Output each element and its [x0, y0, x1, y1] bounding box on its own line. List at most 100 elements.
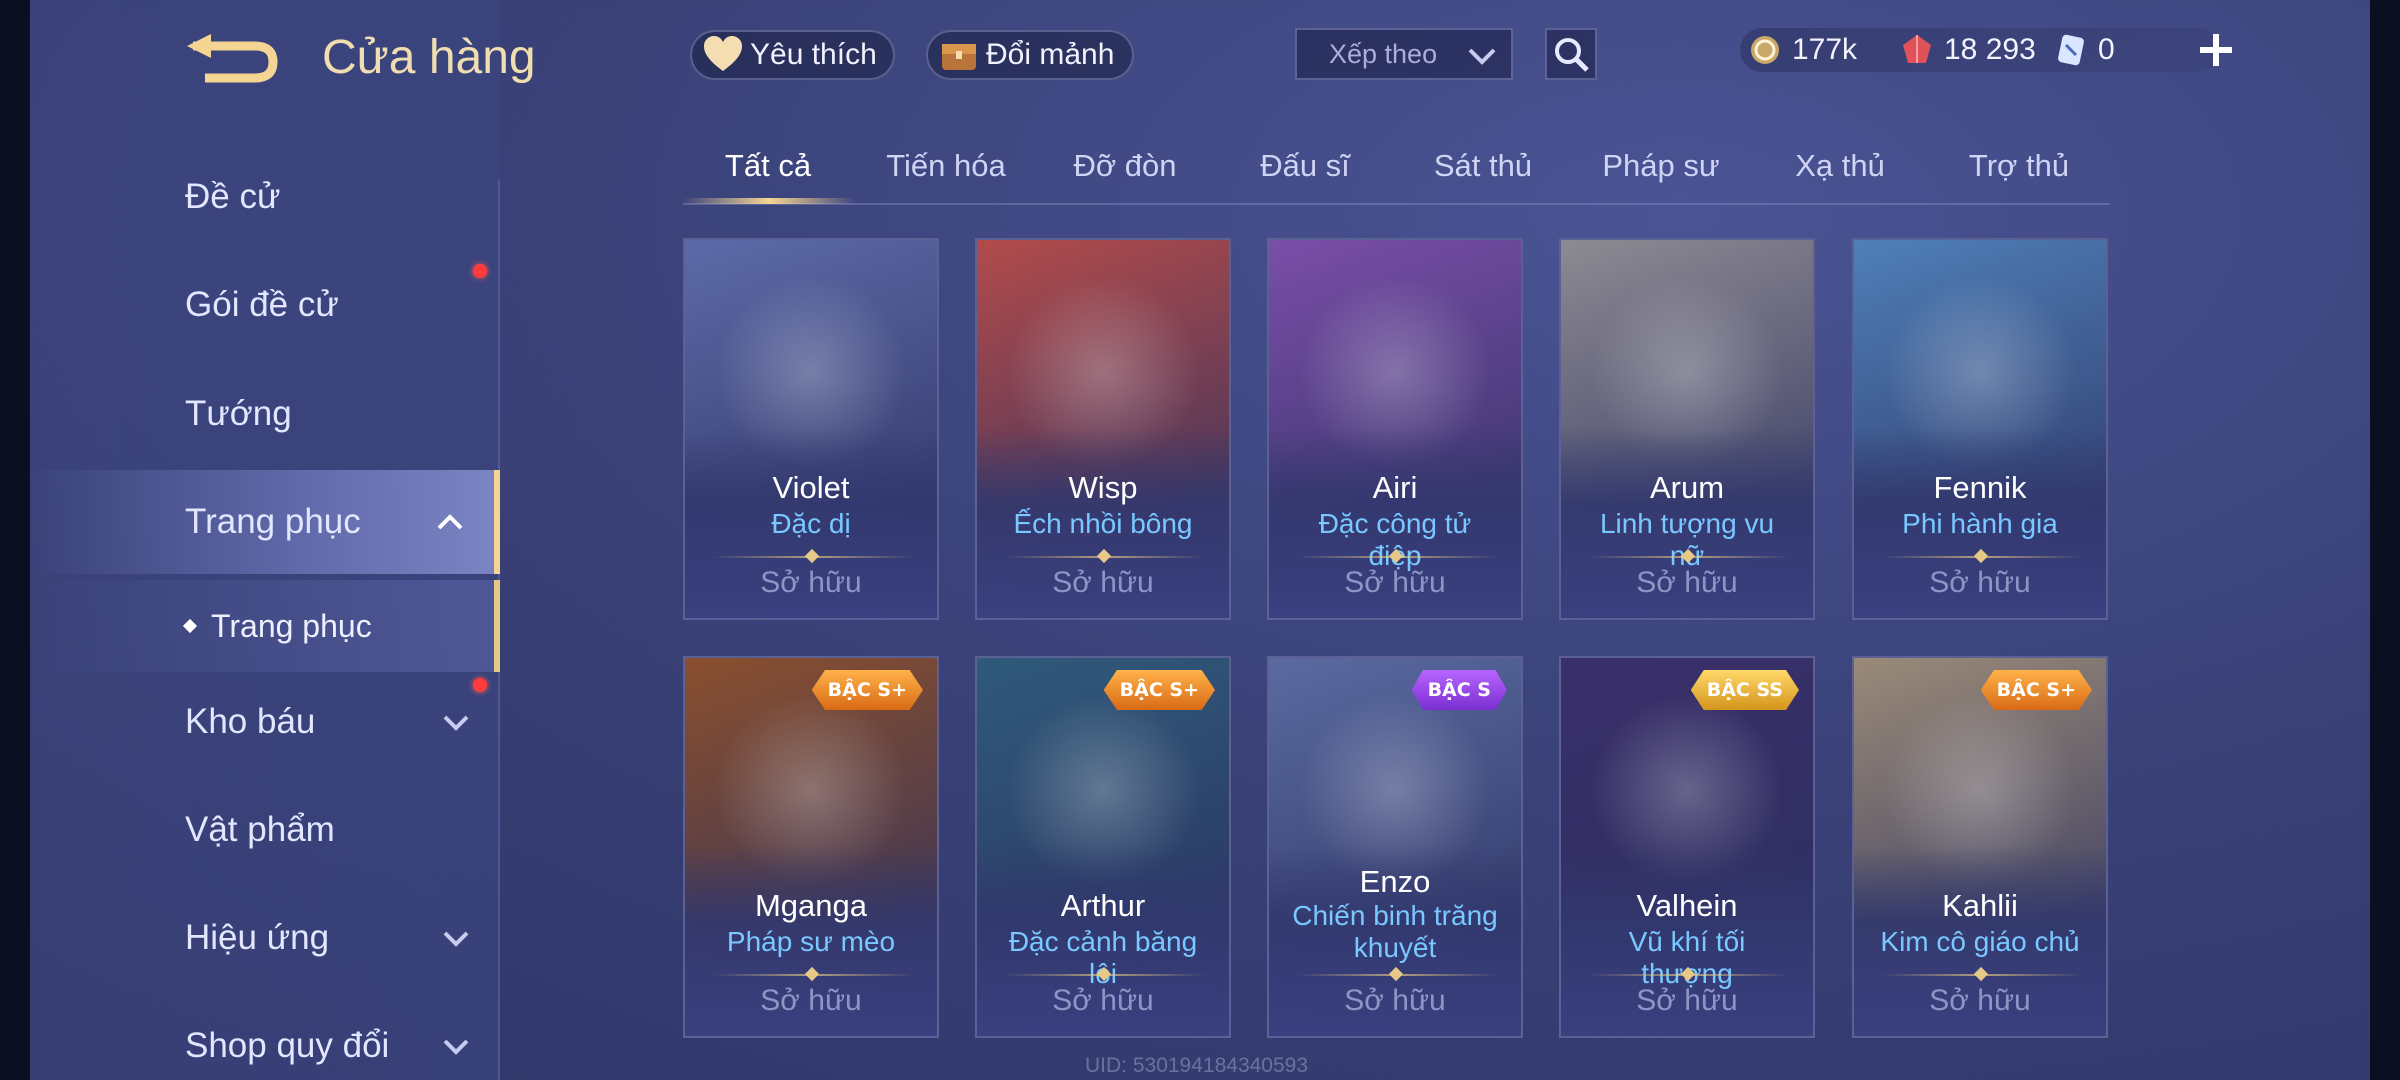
ticket-icon: [2058, 34, 2084, 66]
back-arrow-icon: [187, 34, 278, 83]
tab-xa-thu[interactable]: Xạ thủ: [1751, 148, 1929, 184]
hero-name: Wisp: [1068, 470, 1138, 505]
owned-status: Sở hữu: [1636, 566, 1738, 599]
hero-name: Valhein: [1636, 888, 1738, 923]
sidebar-item-tuong[interactable]: Tướng: [30, 362, 500, 466]
notification-dot: [473, 678, 487, 692]
owned-status: Sở hữu: [1929, 984, 2031, 1017]
owned-status: Sở hữu: [1636, 984, 1738, 1017]
hero-name: Mganga: [754, 888, 868, 923]
tier-badge: BẬC S+: [811, 670, 923, 710]
treasure-chest-icon: [942, 44, 976, 70]
skin-card[interactable]: Fennik Phi hành gia Sở hữu: [1852, 238, 2108, 620]
skin-card[interactable]: BẬC S+ArthurĐặc cảnh băng lôiSở hữu: [975, 656, 1231, 1038]
diamond-bullet-icon: [182, 618, 198, 634]
sidebar-item-de-cu[interactable]: Đề cử: [30, 145, 500, 249]
hero-name: Airi: [1372, 470, 1418, 505]
sidebar-subitem-trang-phuc[interactable]: Trang phục: [30, 580, 500, 672]
chevron-down-icon: [443, 1039, 469, 1055]
sidebar-item-label: Tướng: [185, 394, 292, 433]
tab-tro-thu[interactable]: Trợ thủ: [1930, 148, 2108, 184]
tier-badge: BẬC SS: [1690, 670, 1799, 710]
left-edge: [0, 0, 30, 1080]
hero-name: Enzo: [1359, 864, 1431, 899]
quan-huy-amount: 18 293: [1944, 33, 2036, 66]
favorites-label: Yêu thích: [750, 38, 877, 71]
owned-status: Sở hữu: [1344, 566, 1446, 599]
owned-status: Sở hữu: [760, 566, 862, 599]
plus-icon[interactable]: [2196, 30, 2236, 70]
skin-name: Phi hành gia: [1902, 508, 2058, 539]
heart-icon: [704, 36, 742, 71]
sidebar-item-label: Shop quy đổi: [185, 1026, 390, 1065]
exchange-fragments-button[interactable]: Đổi mảnh: [926, 30, 1134, 80]
tier-badge: BẬC S+: [1980, 670, 2092, 710]
sidebar-subitem-label: Trang phục: [211, 607, 372, 644]
skin-card[interactable]: BẬC S+ Kahlii Kim cô giáo chủ Sở hữu: [1852, 656, 2108, 1038]
hero-name: Arthur: [1060, 888, 1146, 923]
gold-coin-icon: [1751, 36, 1779, 64]
favorites-button[interactable]: Yêu thích: [690, 30, 895, 80]
tab-dau-si[interactable]: Đấu sĩ: [1216, 148, 1394, 184]
chevron-down-icon: [443, 715, 469, 731]
uid-label: UID: 530194184340593: [1085, 1054, 1309, 1077]
skin-name: Ếch nhồi bông: [1013, 508, 1193, 539]
sort-dropdown[interactable]: Xếp theo: [1295, 28, 1513, 80]
active-tab-indicator: [683, 198, 855, 204]
page-title: Cửa hàng: [322, 31, 536, 84]
skin-card[interactable]: BẬC SSValheinVũ khí tối thượngSở hữu: [1559, 656, 1815, 1038]
hero-name: Kahlii: [1942, 888, 2018, 923]
sidebar-item-goi-de-cu[interactable]: Gói đề cử: [30, 253, 500, 357]
ticket-currency: 0: [2054, 28, 2115, 72]
sort-label: Xếp theo: [1329, 38, 1438, 69]
search-icon: [1555, 38, 1589, 72]
skin-name: Đặc dị: [771, 508, 851, 539]
ticket-amount: 0: [2098, 33, 2115, 66]
red-gem-icon: [1903, 35, 1931, 63]
tab-sat-thu[interactable]: Sát thủ: [1394, 148, 1572, 184]
sidebar-item-trang-phuc[interactable]: Trang phục: [30, 470, 500, 574]
owned-status: Sở hữu: [760, 984, 862, 1017]
sidebar-item-hieu-ung[interactable]: Hiệu ứng: [30, 886, 500, 990]
owned-status: Sở hữu: [1344, 984, 1446, 1017]
tier-badge: BẬC S+: [1103, 670, 1215, 710]
sidebar-item-label: Gói đề cử: [185, 285, 339, 324]
chevron-down-icon: [1468, 48, 1496, 65]
tab-tat-ca[interactable]: Tất cả: [679, 148, 857, 184]
sidebar-item-label: Vật phẩm: [185, 810, 335, 849]
owned-status: Sở hữu: [1929, 566, 2031, 599]
sidebar-item-label: Đề cử: [185, 177, 281, 216]
sidebar-item-label: Hiệu ứng: [185, 918, 330, 957]
chevron-up-icon: [437, 514, 463, 530]
skin-card[interactable]: Wisp Ếch nhồi bông Sở hữu: [975, 238, 1231, 620]
search-button[interactable]: [1545, 28, 1597, 80]
chevron-down-icon: [443, 931, 469, 947]
owned-status: Sở hữu: [1052, 566, 1154, 599]
hero-name: Fennik: [1933, 470, 2027, 505]
right-edge: [2370, 0, 2400, 1080]
quan-huy-currency: 18 293: [1900, 28, 2036, 72]
sidebar-item-shop-quy-doi[interactable]: Shop quy đổi: [30, 994, 500, 1080]
back-button[interactable]: [185, 30, 285, 90]
gold-currency: 177k: [1748, 28, 1857, 72]
sidebar-item-kho-bau[interactable]: Kho báu: [30, 670, 500, 774]
tab-tien-hoa[interactable]: Tiến hóa: [857, 148, 1035, 184]
skin-card[interactable]: BẬC S+ Mganga Pháp sư mèo Sở hữu: [683, 656, 939, 1038]
sidebar-item-label: Kho báu: [185, 702, 316, 741]
owned-status: Sở hữu: [1052, 984, 1154, 1017]
gold-amount: 177k: [1792, 33, 1858, 66]
skin-name: Kim cô giáo chủ: [1880, 926, 2080, 957]
hero-name: Arum: [1649, 470, 1725, 505]
skin-name: Pháp sư mèo: [726, 926, 896, 957]
sidebar-item-vat-pham[interactable]: Vật phẩm: [30, 778, 500, 882]
notification-dot: [473, 264, 487, 278]
tab-phap-su[interactable]: Pháp sư: [1572, 148, 1750, 184]
exchange-label: Đổi mảnh: [986, 38, 1115, 71]
hero-name: Violet: [772, 470, 850, 505]
skin-card[interactable]: ArumLinh tượng vu nữSở hữu: [1559, 238, 1815, 620]
skin-name: Chiến binh trăng khuyết: [1292, 900, 1498, 963]
skin-card[interactable]: BẬC S Enzo Chiến binh trăng khuyết Sở hữu: [1267, 656, 1523, 1038]
tab-do-don[interactable]: Đỡ đòn: [1036, 148, 1214, 184]
skin-card[interactable]: AiriĐặc công tử điệpSở hữu: [1267, 238, 1523, 620]
skin-card[interactable]: Violet Đặc dị Sở hữu: [683, 238, 939, 620]
